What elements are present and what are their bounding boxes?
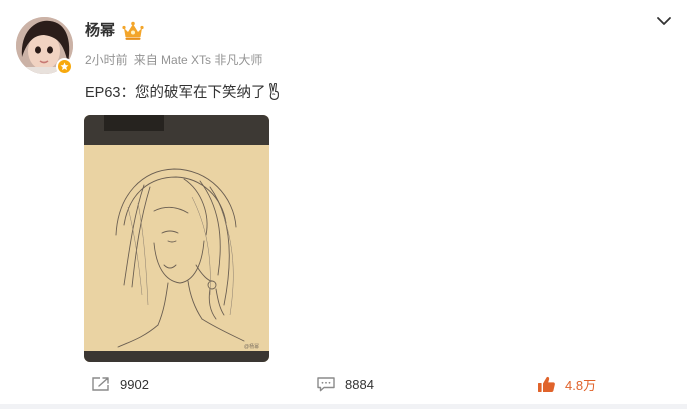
repost-count: 9902 xyxy=(120,376,149,392)
svg-text:@杨幂: @杨幂 xyxy=(244,343,259,350)
post-image[interactable]: @杨幂 xyxy=(84,115,269,362)
victory-hand-icon xyxy=(267,82,281,100)
action-bar: 9902 8884 4.8万 xyxy=(0,364,687,402)
post-meta: 2小时前 来自 Mate XTs 非凡大师 xyxy=(85,53,268,67)
comment-count: 8884 xyxy=(345,376,374,392)
vip-crown-icon xyxy=(122,21,144,41)
post-source: 来自 Mate XTs 非凡大师 xyxy=(133,53,263,67)
author-name[interactable]: 杨幂 xyxy=(85,22,115,40)
card-divider xyxy=(0,404,687,409)
verified-badge-icon xyxy=(56,58,73,75)
thumbs-up-icon xyxy=(537,376,557,392)
comment-icon xyxy=(316,376,336,392)
repost-icon xyxy=(91,376,111,392)
comment-button[interactable]: 8884 xyxy=(316,374,374,394)
post-text-content: EP63：您的破军在下笑纳了 xyxy=(85,85,266,101)
like-button[interactable]: 4.8万 xyxy=(537,374,596,394)
chevron-down-icon[interactable] xyxy=(655,13,673,27)
post-time[interactable]: 2小时前 xyxy=(85,53,128,67)
like-count: 4.8万 xyxy=(565,377,597,393)
weibo-post-card: 杨幂 2小时前来自 Mate XTs 非凡大师 EP63：您的破军在下笑纳了 xyxy=(0,0,687,409)
post-text: EP63：您的破军在下笑纳了 xyxy=(85,82,281,102)
repost-button[interactable]: 9902 xyxy=(91,374,149,394)
